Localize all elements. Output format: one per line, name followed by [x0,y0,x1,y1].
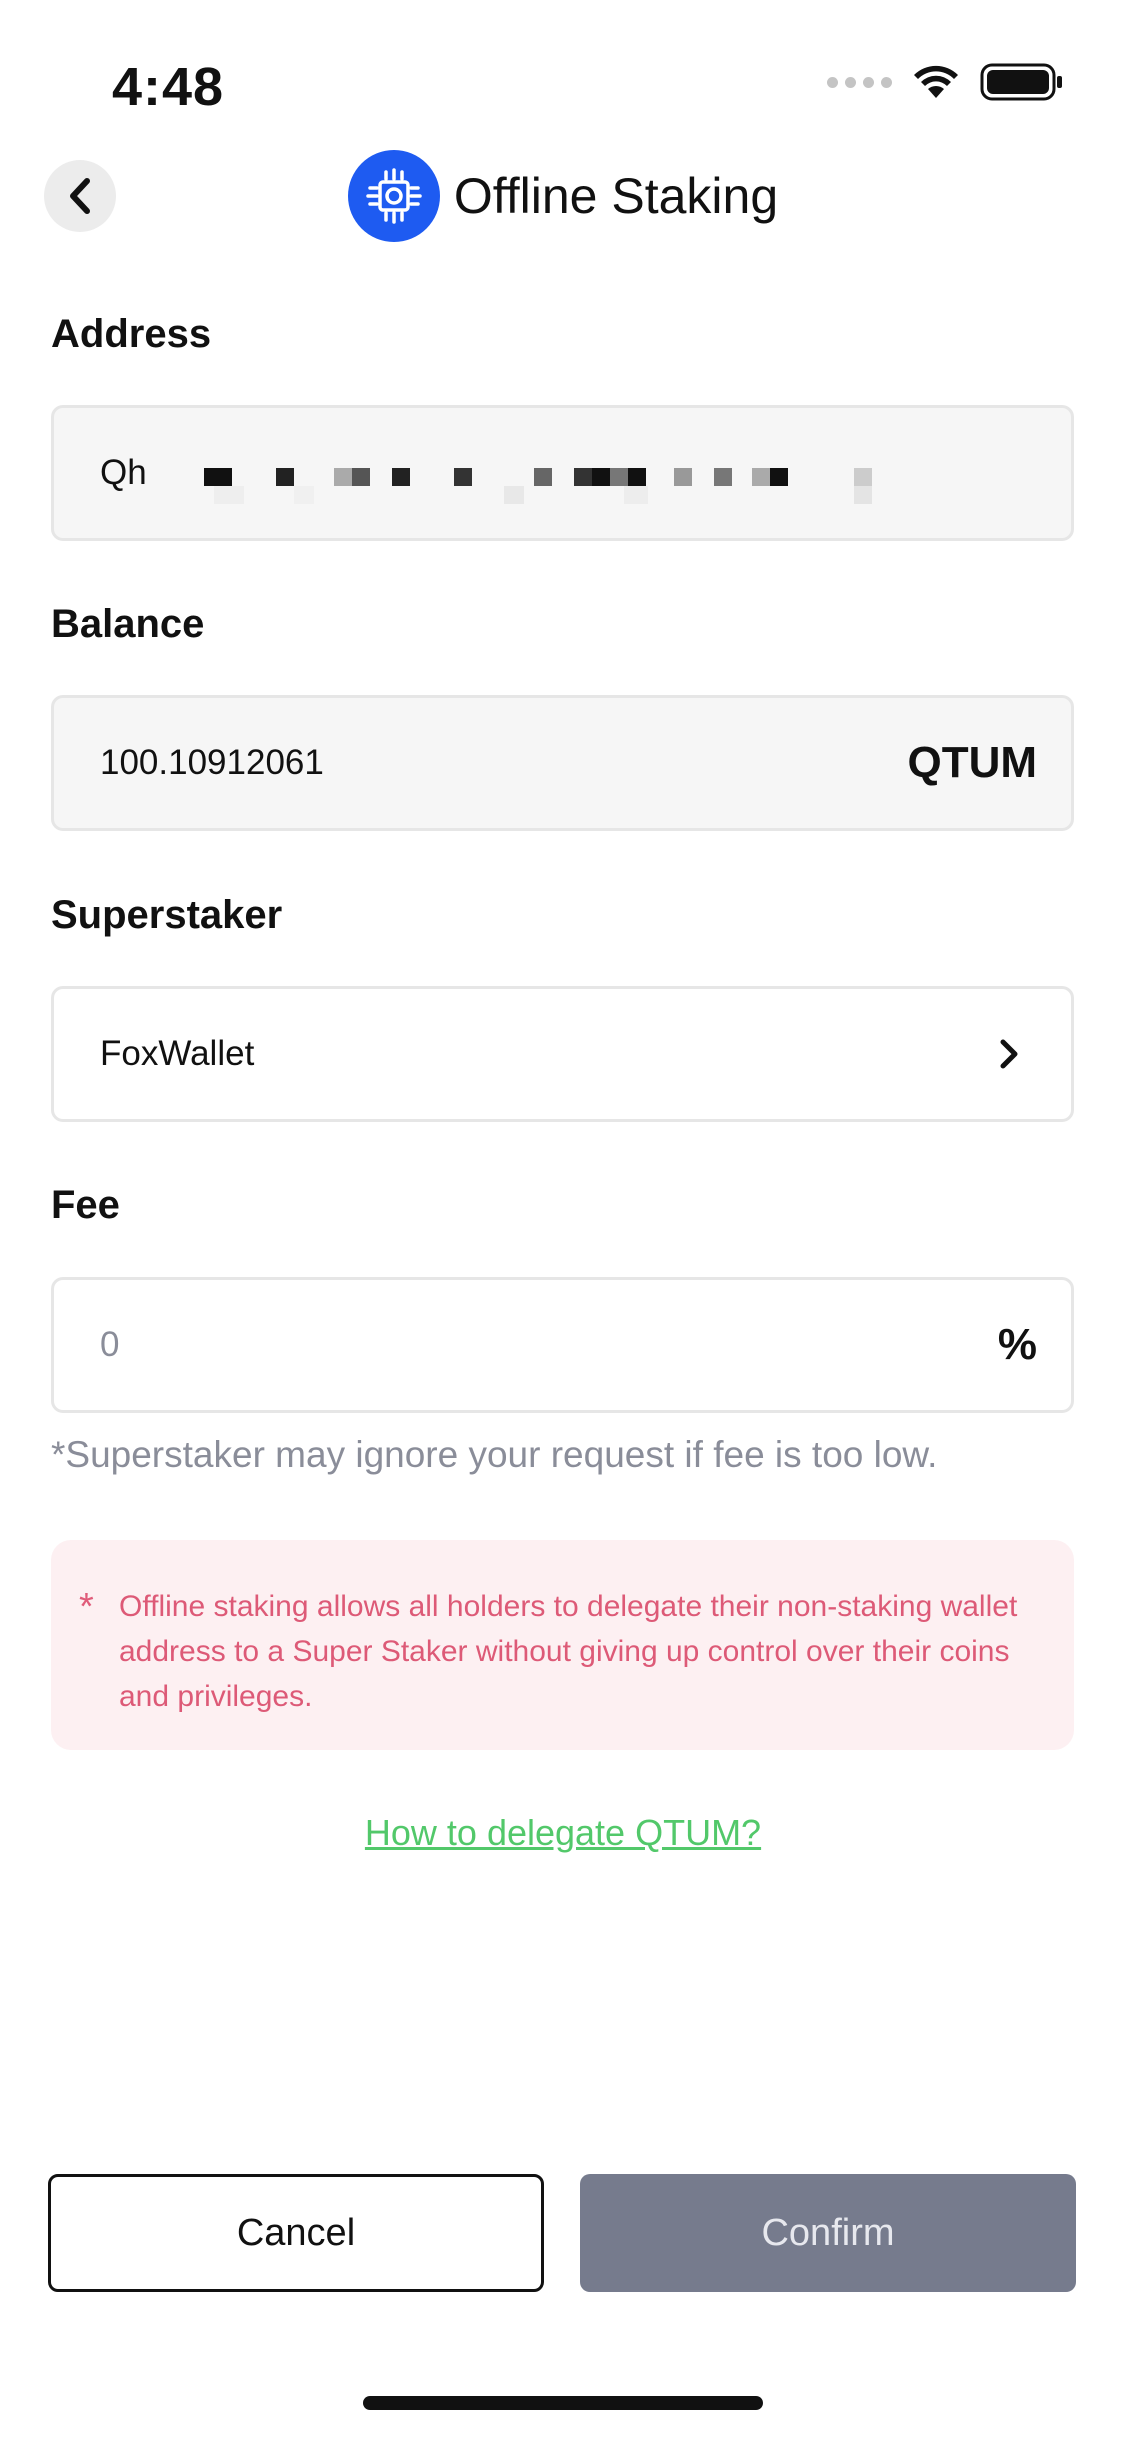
redacted-address-mask [204,468,872,504]
status-icons [827,62,1064,102]
fee-hint: *Superstaker may ignore your request if … [51,1434,938,1475]
superstaker-value: FoxWallet [100,1034,255,1073]
battery-icon [980,63,1062,101]
fee-unit: % [997,1320,1037,1369]
page-header: Offline Staking [0,150,1126,242]
page-title: Offline Staking [453,168,779,224]
fee-input[interactable]: 0 % [51,1277,1074,1413]
notice-text: Offline staking allows all holders to de… [119,1590,1018,1713]
fee-label: Fee [51,1183,120,1227]
balance-unit: QTUM [907,738,1037,787]
fee-placeholder: 0 [100,1325,120,1364]
wifi-icon [914,65,958,98]
info-notice: * Offline staking allows all holders to … [51,1540,1074,1750]
superstaker-label: Superstaker [51,893,283,937]
qtum-logo-icon [347,150,440,242]
home-indicator [363,2396,763,2410]
address-field: Qh [51,405,1074,541]
signal-dots-icon [827,76,892,88]
offline-staking-screen: 4:48 Offline Staking Address Qh Balance … [0,0,1126,2438]
superstaker-selector[interactable]: FoxWallet [51,986,1074,1122]
chevron-right-icon [1000,1039,1018,1069]
address-label: Address [51,312,212,356]
status-time: 4:48 [112,57,225,117]
balance-field: 100.10912061 QTUM [51,695,1074,831]
confirm-button[interactable]: Confirm [580,2174,1076,2292]
balance-label: Balance [51,602,205,646]
cancel-button[interactable]: Cancel [48,2174,544,2292]
notice-asterisk-icon: * [79,1586,94,1628]
balance-value: 100.10912061 [100,743,324,782]
how-to-delegate-link[interactable]: How to delegate QTUM? [0,1812,1126,1854]
